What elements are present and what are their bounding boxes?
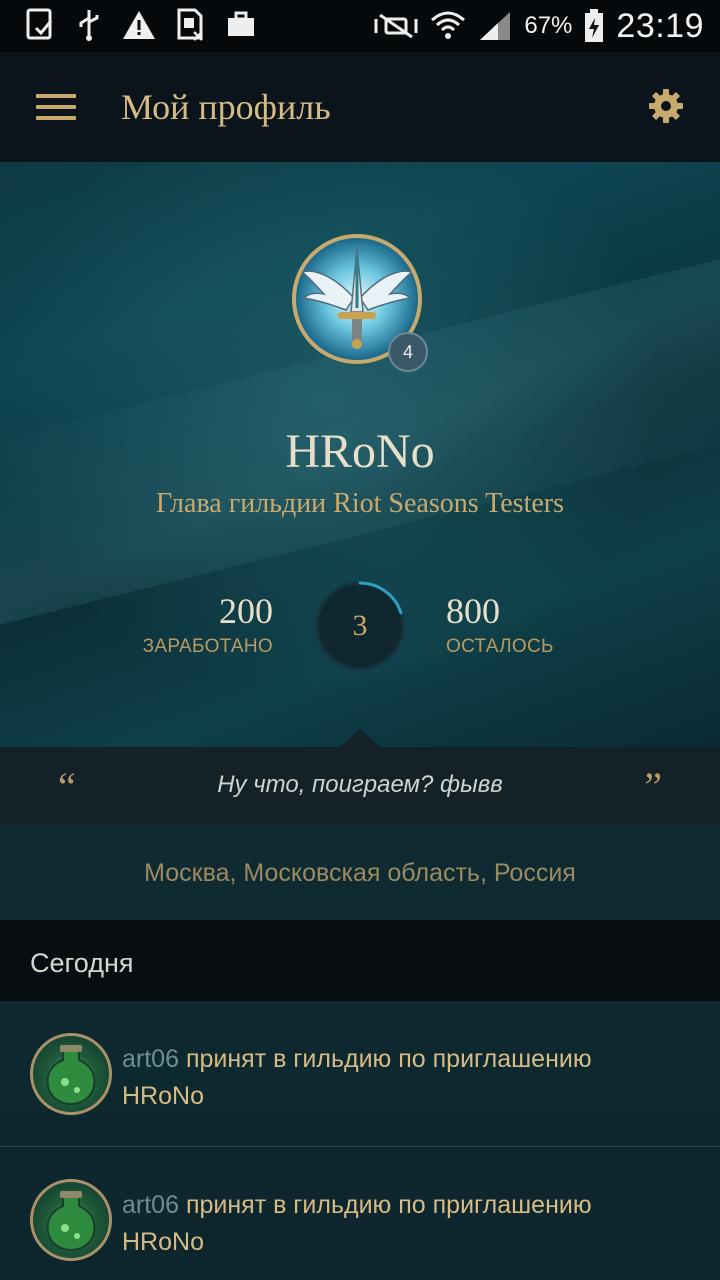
feed-action: принят в гильдию по приглашению	[185, 1191, 592, 1219]
location-text: Москва, Московская область, Россия	[144, 859, 576, 887]
hamburger-icon[interactable]	[36, 94, 76, 120]
quote-pointer	[340, 729, 380, 747]
feed-user[interactable]: art06	[122, 1191, 179, 1219]
guild-title: Глава гильдии Riot Seasons Testers	[155, 488, 565, 519]
warning-icon	[123, 11, 155, 39]
status-bar: 67% 23:19	[0, 0, 720, 52]
feed-action: принят в гильдию по приглашению	[185, 1045, 592, 1073]
feed-target[interactable]: HRoNo	[122, 1224, 702, 1261]
app-bar: Мой профиль	[0, 52, 720, 162]
progress-value: 3	[352, 609, 368, 642]
profile-avatar-container: 4	[292, 234, 428, 372]
earned-label: ЗАРАБОТАНО	[142, 636, 273, 657]
briefcase-icon	[228, 11, 254, 36]
status-quote[interactable]: “ Ну что, поиграем? фывв ”	[0, 747, 720, 823]
remaining-value: 800	[446, 591, 500, 631]
potion-avatar-icon	[30, 1179, 112, 1261]
section-title: Сегодня	[30, 948, 134, 978]
signal-icon	[480, 12, 511, 40]
page-title: Мой профиль	[121, 87, 331, 127]
feed-item[interactable]: art06 принят в гильдию по приглашению HR…	[0, 1147, 720, 1280]
earned-stat: 200 ЗАРАБОТАНО	[143, 590, 273, 658]
screenshot-icon	[26, 8, 53, 40]
quote-close-mark: ”	[644, 764, 662, 809]
feed-target[interactable]: HRoNo	[122, 1078, 702, 1115]
location-section: Москва, Московская область, Россия	[0, 823, 720, 920]
potion-avatar-icon	[30, 1033, 112, 1115]
feed-text: art06 принят в гильдию по приглашению HR…	[122, 1041, 702, 1115]
quote-text: Ну что, поиграем? фывв	[217, 771, 503, 798]
feed-section-header: Сегодня	[0, 920, 720, 1001]
sim-icon	[177, 8, 203, 41]
player-name: HRoNo	[285, 425, 435, 478]
clock: 23:19	[616, 6, 704, 45]
wifi-icon	[431, 11, 466, 39]
earned-value: 200	[219, 591, 273, 631]
usb-icon	[79, 10, 99, 41]
remaining-label: ОСТАЛОСЬ	[446, 636, 554, 657]
notification-icons	[26, 8, 258, 42]
remaining-stat: 800 ОСТАЛОСЬ	[446, 590, 554, 658]
system-status: 67% 23:19	[374, 0, 704, 52]
feed-user[interactable]: art06	[122, 1045, 179, 1073]
profile-screen: 67% 23:19 Мой профиль 4 HRoNo Глава гиль…	[0, 0, 720, 1280]
activity-feed: art06 принят в гильдию по приглашению HR…	[0, 1001, 720, 1280]
feed-text: art06 принят в гильдию по приглашению HR…	[122, 1187, 702, 1261]
profile-header: 4 HRoNo Глава гильдии Riot Seasons Teste…	[0, 162, 720, 747]
level-badge: 4	[388, 332, 428, 372]
battery-percent: 67%	[524, 12, 573, 39]
battery-charging-icon	[585, 9, 604, 42]
mute-icon	[374, 13, 418, 39]
gear-icon[interactable]	[648, 88, 684, 124]
feed-item[interactable]: art06 принят в гильдию по приглашению HR…	[0, 1001, 720, 1147]
